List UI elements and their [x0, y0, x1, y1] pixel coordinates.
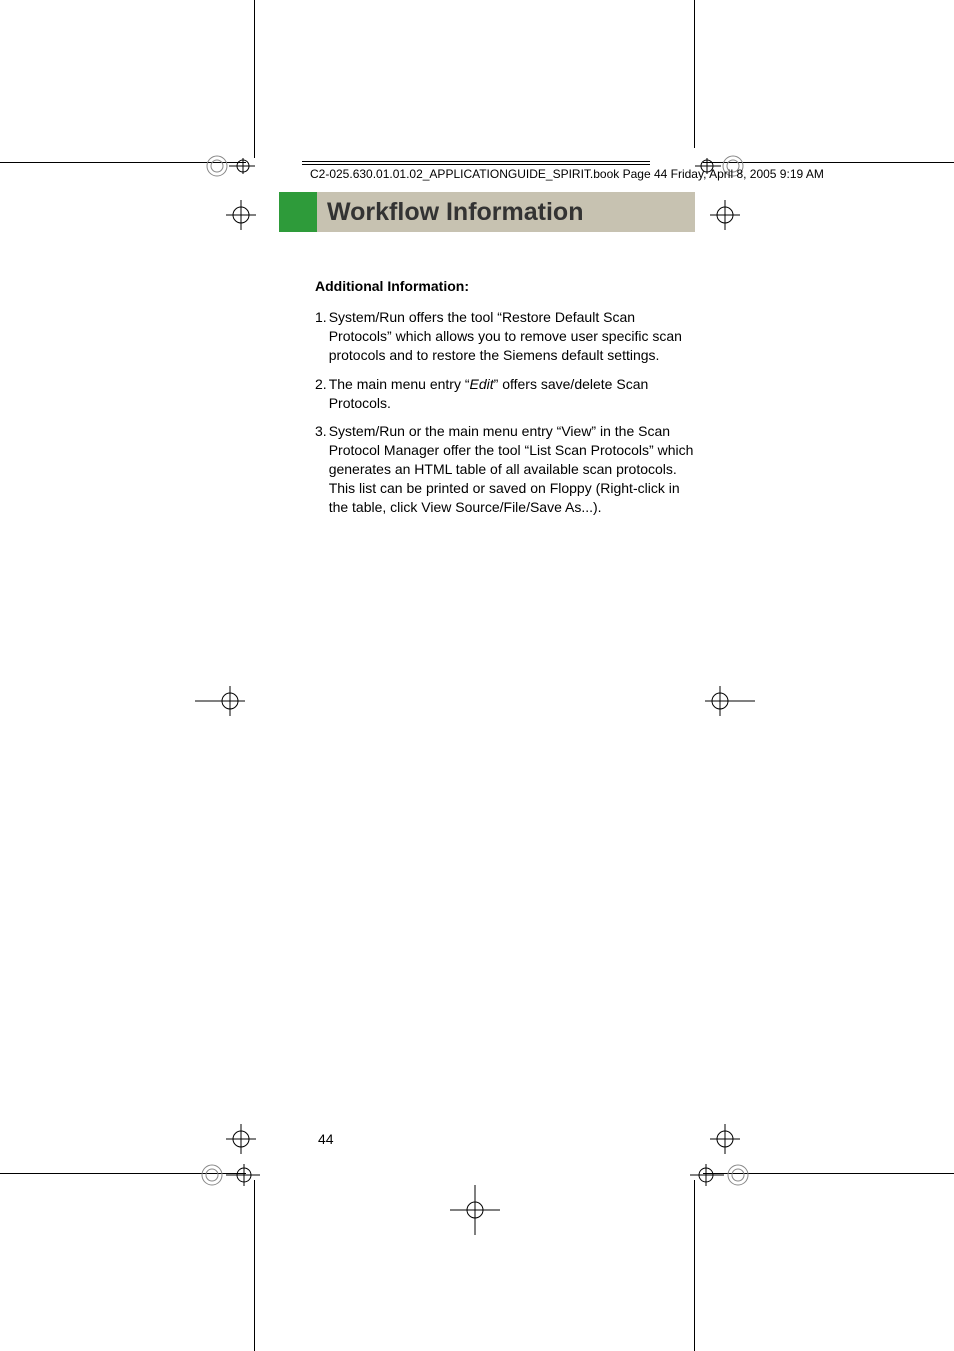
list-number: 1.: [315, 308, 329, 365]
list-number: 2.: [315, 375, 329, 413]
registration-mark-icon: [450, 1185, 500, 1235]
crop-line: [254, 1180, 255, 1351]
list-text: System/Run offers the tool “Restore Defa…: [329, 308, 695, 365]
registration-mark-icon: [710, 200, 740, 230]
registration-mark-icon: [690, 1160, 750, 1190]
list-item: 1. System/Run offers the tool “Restore D…: [315, 308, 695, 365]
list-item: 3. System/Run or the main menu entry “Vi…: [315, 422, 695, 516]
section-accent-block: [279, 192, 317, 232]
crop-line: [694, 1180, 695, 1351]
registration-mark-icon: [205, 154, 255, 178]
registration-mark-icon: [200, 1160, 260, 1190]
header-metadata: C2-025.630.01.01.02_APPLICATIONGUIDE_SPI…: [310, 167, 824, 181]
list-text: System/Run or the main menu entry “View”…: [329, 422, 695, 516]
page-number: 44: [318, 1131, 334, 1147]
registration-mark-icon: [195, 686, 245, 716]
list-number: 3.: [315, 422, 329, 516]
subheading: Additional Information:: [315, 278, 695, 294]
list-text: The main menu entry “Edit” offers save/d…: [329, 375, 695, 413]
crop-line: [254, 0, 255, 158]
registration-mark-icon: [710, 1124, 740, 1154]
crop-line: [694, 0, 695, 148]
registration-mark-icon: [226, 1124, 256, 1154]
header-rule: [302, 161, 650, 162]
registration-mark-icon: [226, 200, 256, 230]
registration-mark-icon: [705, 686, 755, 716]
section-title: Workflow Information: [327, 198, 583, 227]
content-block: Additional Information: 1. System/Run of…: [315, 278, 695, 527]
list-item: 2. The main menu entry “Edit” offers sav…: [315, 375, 695, 413]
header-rule: [302, 164, 650, 165]
section-header: Workflow Information: [279, 192, 695, 232]
